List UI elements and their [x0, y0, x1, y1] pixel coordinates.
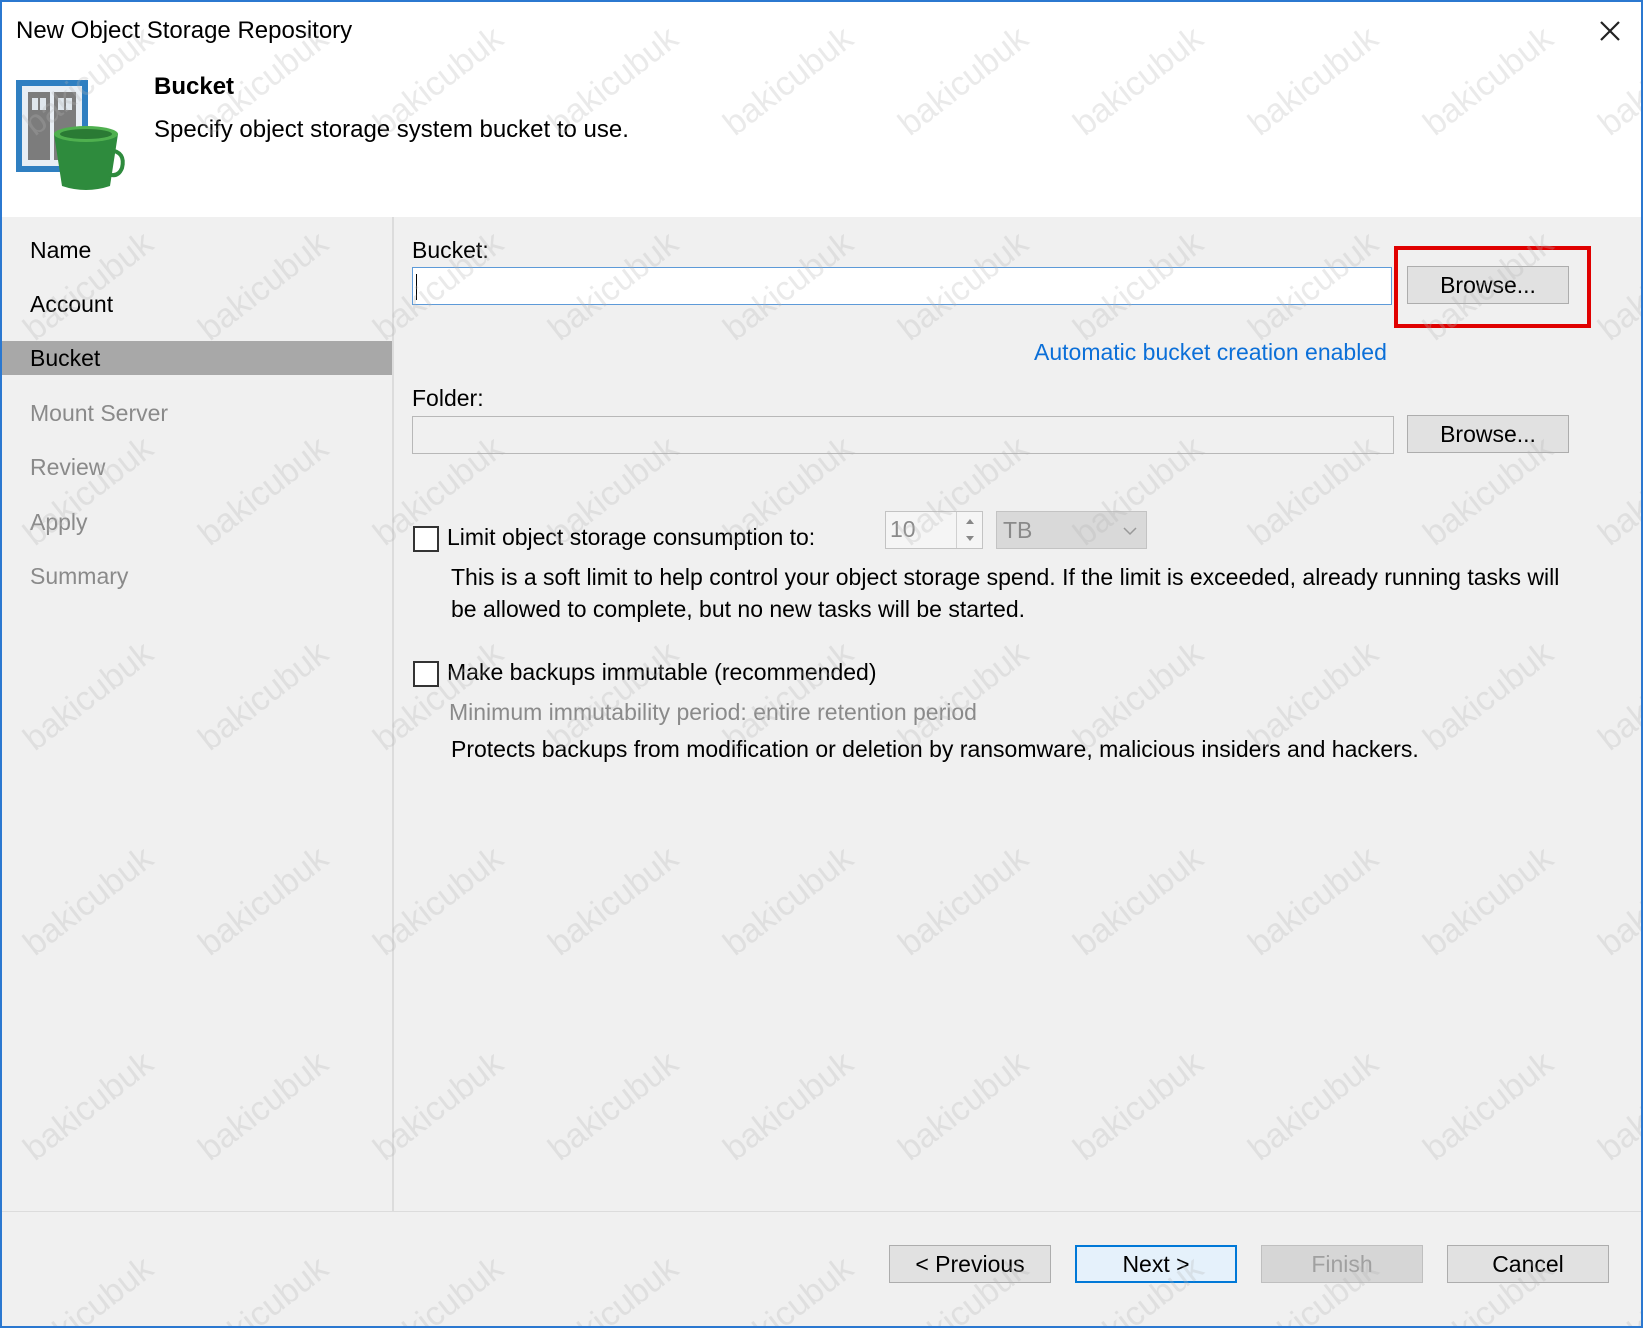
immutable-backups-checkbox[interactable]	[413, 661, 439, 687]
dialog-footer: < Previous Next > Finish Cancel	[2, 1211, 1641, 1326]
auto-bucket-creation-link[interactable]: Automatic bucket creation enabled	[1034, 339, 1387, 366]
dialog-header: New Object Storage Repository Bucket Spe…	[2, 2, 1641, 217]
spin-down-icon[interactable]	[957, 530, 983, 548]
limit-unit-value: TB	[1003, 517, 1033, 543]
nav-item-review[interactable]: Review	[2, 450, 392, 484]
bucket-label: Bucket:	[412, 237, 489, 263]
step-title: Bucket	[154, 73, 235, 100]
limit-value-spinner[interactable]: 10	[885, 511, 983, 549]
object-storage-repository-icon	[14, 78, 128, 196]
wizard-steps-nav: Name Account Bucket Mount Server Review …	[2, 217, 394, 1211]
spin-up-icon[interactable]	[957, 512, 983, 530]
limit-value: 10	[890, 516, 916, 542]
dialog-window: New Object Storage Repository Bucket Spe…	[0, 0, 1643, 1328]
cancel-button[interactable]: Cancel	[1447, 1245, 1609, 1283]
nav-item-summary[interactable]: Summary	[2, 559, 392, 593]
nav-item-apply[interactable]: Apply	[2, 505, 392, 539]
annotation-highlight-box	[1394, 246, 1591, 328]
immutable-backups-label: Make backups immutable (recommended)	[447, 659, 877, 685]
folder-label: Folder:	[412, 385, 484, 411]
text-caret	[416, 274, 417, 300]
previous-button[interactable]: < Previous	[889, 1245, 1051, 1283]
chevron-down-icon	[1120, 521, 1140, 541]
nav-item-account[interactable]: Account	[2, 287, 392, 321]
step-description: Specify object storage system bucket to …	[154, 116, 629, 143]
window-title: New Object Storage Repository	[16, 17, 353, 44]
folder-browse-button[interactable]: Browse...	[1407, 415, 1569, 453]
limit-description-line1: This is a soft limit to help control you…	[451, 564, 1560, 590]
limit-description-line2: be allowed to complete, but no new tasks…	[451, 596, 1026, 622]
bucket-input[interactable]	[412, 267, 1392, 305]
finish-button[interactable]: Finish	[1261, 1245, 1423, 1283]
nav-item-bucket[interactable]: Bucket	[2, 341, 392, 375]
next-button[interactable]: Next >	[1075, 1245, 1237, 1283]
immutability-period-text: Minimum immutability period: entire rete…	[449, 699, 977, 725]
nav-item-name[interactable]: Name	[2, 233, 392, 267]
bucket-settings-panel: Bucket: Browse... Automatic bucket creat…	[396, 217, 1641, 1211]
folder-input[interactable]	[412, 416, 1394, 454]
limit-consumption-label: Limit object storage consumption to:	[447, 524, 816, 550]
limit-unit-select[interactable]: TB	[996, 511, 1147, 549]
limit-consumption-checkbox[interactable]	[413, 526, 439, 552]
nav-item-mount-server[interactable]: Mount Server	[2, 396, 392, 430]
immutable-description: Protects backups from modification or de…	[451, 736, 1419, 762]
close-icon[interactable]	[1593, 14, 1627, 48]
spinner-arrows	[956, 512, 982, 548]
